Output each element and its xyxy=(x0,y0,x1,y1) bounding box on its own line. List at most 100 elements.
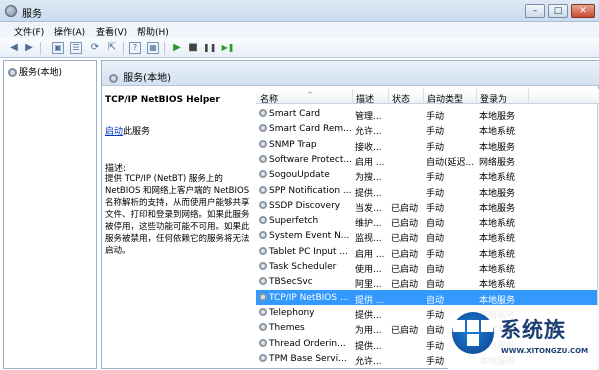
column-header-startup-type[interactable]: 启动类型 xyxy=(427,92,463,105)
column-divider[interactable] xyxy=(388,89,389,104)
service-row[interactable]: SSDP Discovery 当发... 已启动 手动 本地服务 xyxy=(256,198,599,214)
console-tree: 服务(本地) xyxy=(3,60,97,369)
list-view-icon[interactable]: ☰ xyxy=(70,42,82,54)
service-gear-icon xyxy=(259,323,267,332)
service-gear-icon xyxy=(259,277,267,286)
forward-arrow-icon[interactable]: ▶ xyxy=(23,42,35,54)
service-row[interactable]: TBSecSvc 阿里... 已启动 自动 本地系统 xyxy=(256,274,599,291)
service-row[interactable]: SogouUpdate 为搜... 手动 本地系统 xyxy=(256,167,599,184)
service-logon-cell: 本地服务 xyxy=(479,142,516,153)
service-desc-cell: 为搜... xyxy=(355,173,382,184)
service-logon-cell: 本地系统 xyxy=(479,234,516,245)
service-gear-icon xyxy=(259,231,267,240)
brand-name: 系统族 xyxy=(500,318,566,342)
stop-service-icon[interactable]: ■ xyxy=(187,42,199,54)
column-divider[interactable] xyxy=(476,89,477,104)
service-gear-icon xyxy=(259,262,267,270)
maximize-button[interactable]: □ xyxy=(548,4,568,18)
service-gear-icon xyxy=(259,124,267,133)
service-row[interactable]: SNMP Trap 接收... 手动 本地服务 xyxy=(256,137,599,153)
service-name-cell: SNMP Trap xyxy=(259,139,352,150)
column-header-status[interactable]: 状态 xyxy=(392,92,410,105)
service-logon-cell: 本地系统 xyxy=(479,219,516,230)
service-name-cell: Tablet PC Input ... xyxy=(259,246,352,257)
service-name-cell: Smart Card xyxy=(259,109,352,119)
service-status-cell: 已启动 xyxy=(391,219,419,230)
service-desc-cell: 使用... xyxy=(355,265,382,275)
watermark-logo: 系统族 WWW.XITONGZU.COM xyxy=(448,306,599,369)
service-gear-icon xyxy=(259,200,267,209)
column-header-name-label: 名称 xyxy=(260,95,279,105)
service-row[interactable]: Task Scheduler 使用... 已启动 自动 本地系统 xyxy=(256,259,599,275)
service-name-text: TCP/IP NetBIOS ... xyxy=(269,292,349,303)
windows-logo-icon xyxy=(452,312,494,354)
close-button[interactable]: ✕ xyxy=(571,4,595,18)
brand-url: WWW.XITONGZU.COM xyxy=(501,347,589,355)
service-name-cell: Themes xyxy=(259,323,352,333)
service-logon-cell: 本地系统 xyxy=(479,265,516,275)
help-icon[interactable]: ? xyxy=(129,42,141,54)
restart-service-icon[interactable]: ▶❚ xyxy=(220,42,236,54)
tree-item-label: 服务(本地) xyxy=(19,68,63,78)
menu-view[interactable]: 查看(V) xyxy=(96,25,127,38)
service-startup-cell: 手动 xyxy=(426,142,445,153)
service-name-cell: Software Protect... xyxy=(259,154,352,165)
service-name-text: TPM Base Servi... xyxy=(269,353,347,364)
service-logon-cell: 本地服务 xyxy=(479,112,516,122)
service-row[interactable]: Software Protect... 启用 ... 自动(延迟... 网络服务 xyxy=(256,152,599,168)
service-description-panel: TCP/IP NetBIOS Helper 启动此服务 描述: 提供 TCP/I… xyxy=(105,95,255,256)
console-tree-icon[interactable]: ▣ xyxy=(52,42,64,54)
column-header-description[interactable]: 描述 xyxy=(356,92,374,105)
service-row[interactable]: System Event N... 监视... 已启动 自动 本地系统 xyxy=(256,228,599,245)
properties-icon[interactable]: ▦ xyxy=(147,42,159,54)
service-logon-cell: 本地服务 xyxy=(479,295,516,306)
back-arrow-icon[interactable]: ◀ xyxy=(8,42,20,54)
service-startup-cell: 手动 xyxy=(426,112,445,122)
service-startup-cell: 自动(延迟... xyxy=(426,157,474,168)
service-startup-cell: 自动 xyxy=(426,295,445,306)
menu-action[interactable]: 操作(A) xyxy=(54,25,85,38)
service-startup-cell: 手动 xyxy=(426,188,445,199)
service-status-cell: 已启动 xyxy=(391,280,419,291)
start-service-link[interactable]: 启动 xyxy=(105,127,123,137)
column-header-logon-as[interactable]: 登录为 xyxy=(480,92,507,105)
service-name-cell: Superfetch xyxy=(259,216,352,226)
service-logon-cell: 网络服务 xyxy=(479,157,516,168)
service-row[interactable]: Tablet PC Input ... 启用 ... 已启动 手动 本地系统 xyxy=(256,244,599,260)
tree-item-services-local[interactable]: 服务(本地) xyxy=(8,65,62,78)
sort-arrow-icon: ^ xyxy=(307,91,313,99)
refresh-icon[interactable]: ⟳ xyxy=(89,42,101,54)
service-gear-icon xyxy=(259,139,267,148)
services-app-icon xyxy=(5,5,17,17)
service-name-text: Smart Card Rem... xyxy=(269,124,352,135)
service-gear-icon xyxy=(259,246,267,255)
service-name-text: SNMP Trap xyxy=(269,139,317,150)
service-desc-cell: 提供 ... xyxy=(355,295,385,306)
service-row[interactable]: TCP/IP NetBIOS ... 提供 ... 自动 本地服务 xyxy=(256,289,599,306)
column-divider[interactable] xyxy=(352,89,353,104)
service-startup-cell: 自动 xyxy=(426,234,445,245)
column-divider[interactable] xyxy=(528,89,529,104)
service-row[interactable]: Smart Card 管理... 手动 本地服务 xyxy=(256,106,599,122)
service-startup-cell: 自动 xyxy=(426,219,445,230)
service-name-text: Tablet PC Input ... xyxy=(269,246,348,257)
service-row[interactable]: SPP Notification ... 提供... 手动 本地服务 xyxy=(256,183,599,199)
service-row[interactable]: Smart Card Rem... 允许... 手动 本地系统 xyxy=(256,121,599,138)
column-header-name[interactable]: 名称 ^ xyxy=(260,91,313,105)
column-divider[interactable] xyxy=(423,89,424,104)
menu-help[interactable]: 帮助(H) xyxy=(137,25,169,38)
service-desc-cell: 接收... xyxy=(355,142,382,153)
minimize-button[interactable]: – xyxy=(525,4,545,18)
service-row[interactable]: Superfetch 维护... 已启动 自动 本地系统 xyxy=(256,213,599,230)
start-service-icon[interactable]: ▶ xyxy=(171,42,183,54)
service-status-cell: 已启动 xyxy=(391,234,419,245)
pause-service-icon[interactable]: ❚❚ xyxy=(203,42,216,54)
export-icon[interactable]: ⇱ xyxy=(106,42,118,54)
service-gear-icon xyxy=(259,109,267,117)
menu-file[interactable]: 文件(F) xyxy=(14,25,44,38)
service-gear-icon xyxy=(259,292,267,301)
service-desc-cell: 允许... xyxy=(355,127,382,138)
service-name-text: SogouUpdate xyxy=(269,170,330,181)
service-startup-cell: 手动 xyxy=(426,203,445,214)
main-header-title: 服务(本地) xyxy=(109,69,171,84)
